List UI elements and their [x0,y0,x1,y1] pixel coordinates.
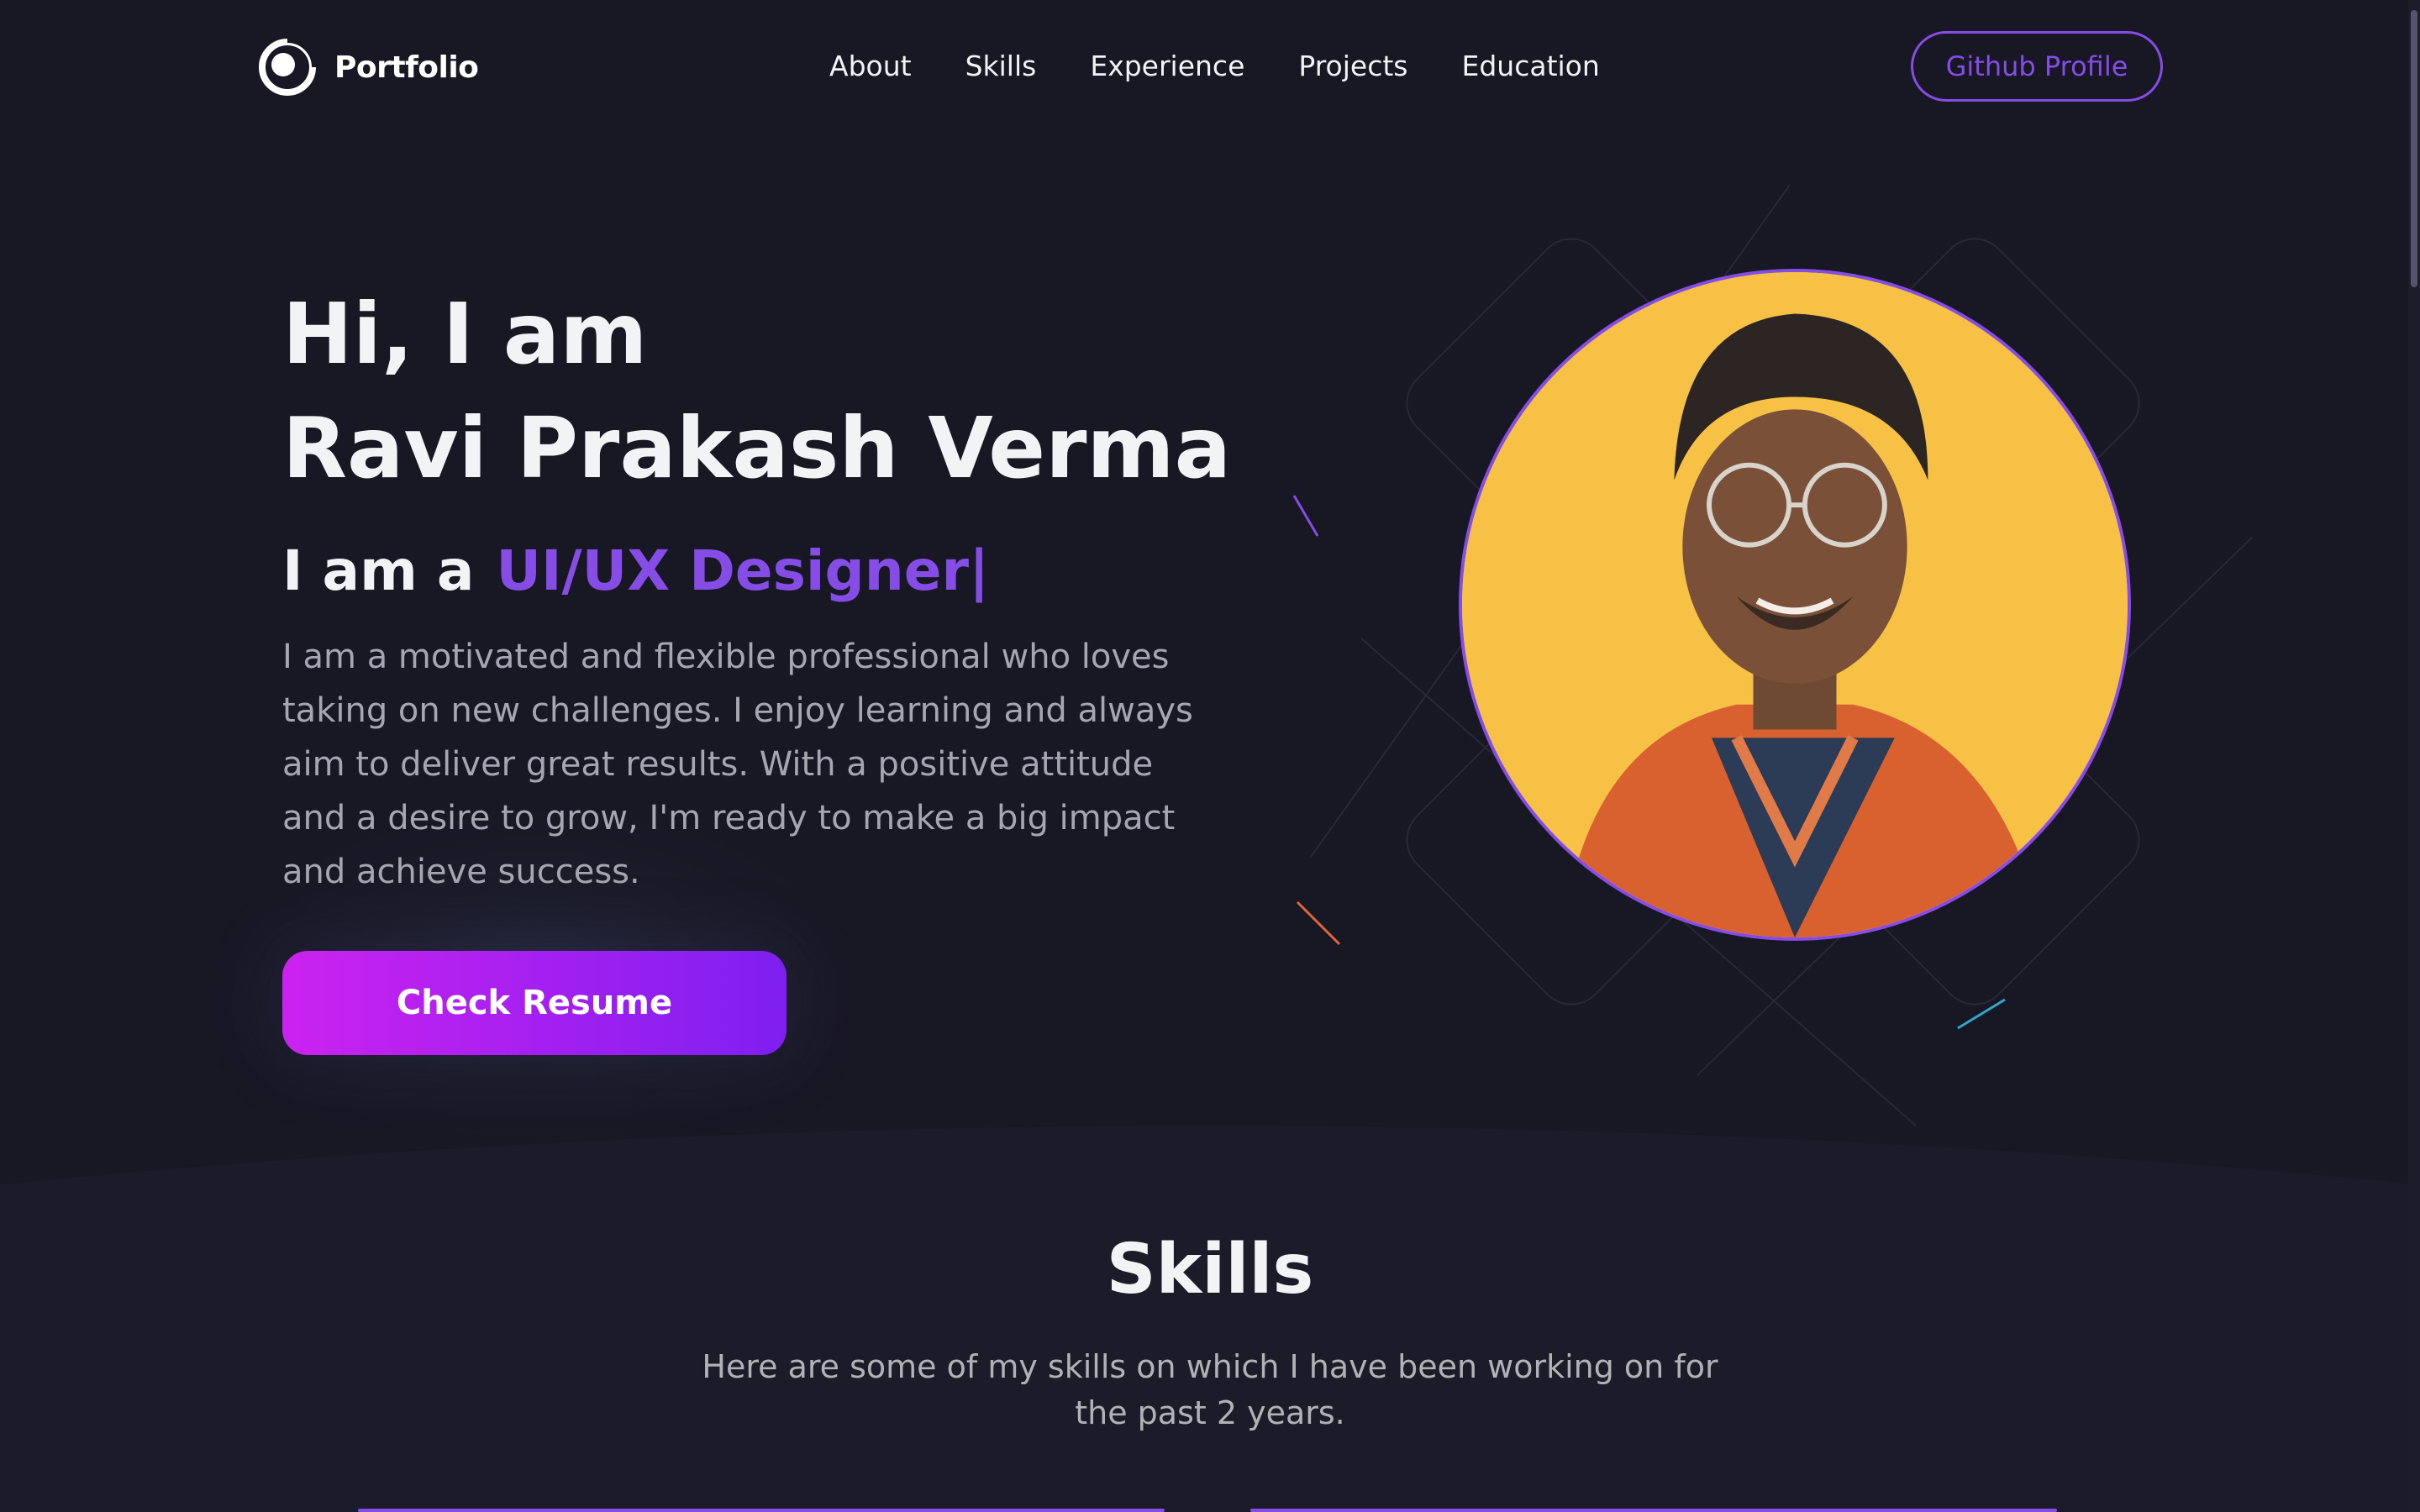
nav-link-experience[interactable]: Experience [1090,47,1244,86]
hero-section: Hi, I am Ravi Prakash Verma I am a UI/UX… [0,134,2420,1184]
role-line: I am a UI/UX Designer| [282,538,1232,605]
github-profile-button[interactable]: Github Profile [1911,31,2163,102]
hero-text-block: Hi, I am Ravi Prakash Verma I am a UI/UX… [282,277,1232,899]
skills-description: Here are some of my skills on which I ha… [702,1348,1718,1431]
skills-section: Skills Here are some of my skills on whi… [0,1184,2420,1512]
bio-paragraph: I am a motivated and flexible profession… [282,638,1193,891]
nav-link-skills[interactable]: Skills [965,47,1037,86]
check-resume-button[interactable]: Check Resume [282,951,786,1055]
portfolio-logo-icon [259,38,317,96]
role-typewriter-text: UI/UX Designer| [496,538,990,603]
skills-heading: Skills [1106,1230,1314,1310]
nav-menu: About Skills Experience Projects Educati… [829,47,1600,86]
page-scrollbar-thumb[interactable] [2411,10,2417,287]
role-prefix: I am a [282,538,475,603]
name-heading: Ravi Prakash Verma [282,399,1232,497]
profile-photo [1459,269,2131,941]
greeting-heading: Hi, I am [282,285,648,383]
skill-card-top-edge [358,1509,1165,1512]
top-navbar: Portfolio About Skills Experience Projec… [0,0,2420,134]
skill-card-top-edge [1250,1509,2057,1512]
nav-link-projects[interactable]: Projects [1298,47,1407,86]
brand-name: Portfolio [334,50,479,85]
nav-link-about[interactable]: About [829,47,912,86]
profile-portrait-image [1462,272,2128,937]
brand-logo-link[interactable]: Portfolio [257,37,479,97]
nav-link-education[interactable]: Education [1461,47,1599,86]
